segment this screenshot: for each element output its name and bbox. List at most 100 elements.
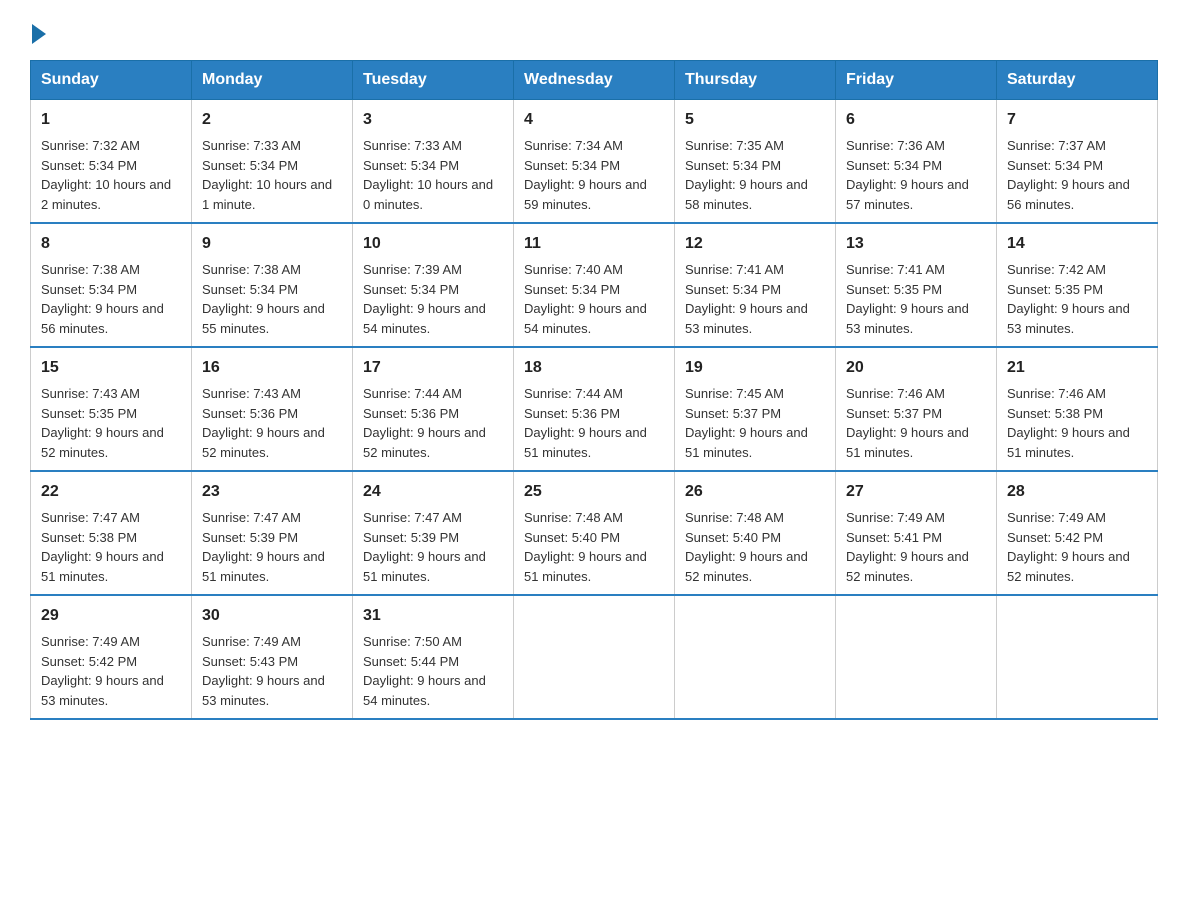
day-number: 10 — [363, 232, 503, 256]
calendar-cell: 5 Sunrise: 7:35 AM Sunset: 5:34 PM Dayli… — [675, 100, 836, 224]
sunrise-info: Sunrise: 7:37 AM — [1007, 138, 1106, 153]
calendar-cell — [836, 595, 997, 719]
sunset-info: Sunset: 5:34 PM — [41, 158, 137, 173]
day-number: 7 — [1007, 108, 1147, 132]
sunset-info: Sunset: 5:42 PM — [1007, 530, 1103, 545]
weekday-header-monday: Monday — [192, 61, 353, 100]
daylight-info: Daylight: 9 hours and 59 minutes. — [524, 177, 647, 212]
sunset-info: Sunset: 5:35 PM — [41, 406, 137, 421]
daylight-info: Daylight: 9 hours and 52 minutes. — [363, 425, 486, 460]
sunset-info: Sunset: 5:36 PM — [524, 406, 620, 421]
daylight-info: Daylight: 9 hours and 51 minutes. — [363, 549, 486, 584]
day-number: 22 — [41, 480, 181, 504]
daylight-info: Daylight: 10 hours and 0 minutes. — [363, 177, 493, 212]
calendar-cell: 15 Sunrise: 7:43 AM Sunset: 5:35 PM Dayl… — [31, 347, 192, 471]
day-number: 31 — [363, 604, 503, 628]
calendar-cell: 12 Sunrise: 7:41 AM Sunset: 5:34 PM Dayl… — [675, 223, 836, 347]
weekday-header-thursday: Thursday — [675, 61, 836, 100]
calendar-week-5: 29 Sunrise: 7:49 AM Sunset: 5:42 PM Dayl… — [31, 595, 1158, 719]
calendar-cell — [997, 595, 1158, 719]
calendar-cell: 21 Sunrise: 7:46 AM Sunset: 5:38 PM Dayl… — [997, 347, 1158, 471]
calendar-cell: 14 Sunrise: 7:42 AM Sunset: 5:35 PM Dayl… — [997, 223, 1158, 347]
sunset-info: Sunset: 5:35 PM — [846, 282, 942, 297]
sunrise-info: Sunrise: 7:49 AM — [202, 634, 301, 649]
daylight-info: Daylight: 9 hours and 56 minutes. — [1007, 177, 1130, 212]
weekday-header-row: SundayMondayTuesdayWednesdayThursdayFrid… — [31, 61, 1158, 100]
sunrise-info: Sunrise: 7:32 AM — [41, 138, 140, 153]
calendar-cell: 8 Sunrise: 7:38 AM Sunset: 5:34 PM Dayli… — [31, 223, 192, 347]
daylight-info: Daylight: 9 hours and 53 minutes. — [846, 301, 969, 336]
sunrise-info: Sunrise: 7:44 AM — [363, 386, 462, 401]
daylight-info: Daylight: 9 hours and 52 minutes. — [685, 549, 808, 584]
calendar-cell: 29 Sunrise: 7:49 AM Sunset: 5:42 PM Dayl… — [31, 595, 192, 719]
page-header — [30, 20, 1158, 40]
daylight-info: Daylight: 9 hours and 53 minutes. — [685, 301, 808, 336]
sunrise-info: Sunrise: 7:40 AM — [524, 262, 623, 277]
sunrise-info: Sunrise: 7:49 AM — [41, 634, 140, 649]
sunrise-info: Sunrise: 7:38 AM — [202, 262, 301, 277]
calendar-table: SundayMondayTuesdayWednesdayThursdayFrid… — [30, 60, 1158, 720]
weekday-header-saturday: Saturday — [997, 61, 1158, 100]
weekday-header-wednesday: Wednesday — [514, 61, 675, 100]
day-number: 3 — [363, 108, 503, 132]
sunset-info: Sunset: 5:34 PM — [685, 282, 781, 297]
sunset-info: Sunset: 5:34 PM — [685, 158, 781, 173]
daylight-info: Daylight: 9 hours and 51 minutes. — [846, 425, 969, 460]
calendar-cell — [514, 595, 675, 719]
sunset-info: Sunset: 5:34 PM — [524, 158, 620, 173]
day-number: 28 — [1007, 480, 1147, 504]
sunrise-info: Sunrise: 7:49 AM — [1007, 510, 1106, 525]
sunrise-info: Sunrise: 7:42 AM — [1007, 262, 1106, 277]
sunrise-info: Sunrise: 7:46 AM — [846, 386, 945, 401]
sunrise-info: Sunrise: 7:38 AM — [41, 262, 140, 277]
calendar-week-2: 8 Sunrise: 7:38 AM Sunset: 5:34 PM Dayli… — [31, 223, 1158, 347]
day-number: 12 — [685, 232, 825, 256]
day-number: 16 — [202, 356, 342, 380]
calendar-cell: 3 Sunrise: 7:33 AM Sunset: 5:34 PM Dayli… — [353, 100, 514, 224]
calendar-cell: 26 Sunrise: 7:48 AM Sunset: 5:40 PM Dayl… — [675, 471, 836, 595]
logo — [30, 20, 46, 40]
day-number: 30 — [202, 604, 342, 628]
sunset-info: Sunset: 5:34 PM — [1007, 158, 1103, 173]
daylight-info: Daylight: 9 hours and 51 minutes. — [41, 549, 164, 584]
calendar-cell: 31 Sunrise: 7:50 AM Sunset: 5:44 PM Dayl… — [353, 595, 514, 719]
sunset-info: Sunset: 5:34 PM — [202, 158, 298, 173]
daylight-info: Daylight: 9 hours and 55 minutes. — [202, 301, 325, 336]
calendar-cell: 30 Sunrise: 7:49 AM Sunset: 5:43 PM Dayl… — [192, 595, 353, 719]
sunrise-info: Sunrise: 7:44 AM — [524, 386, 623, 401]
sunset-info: Sunset: 5:40 PM — [524, 530, 620, 545]
sunset-info: Sunset: 5:36 PM — [202, 406, 298, 421]
sunrise-info: Sunrise: 7:34 AM — [524, 138, 623, 153]
sunset-info: Sunset: 5:34 PM — [41, 282, 137, 297]
sunrise-info: Sunrise: 7:47 AM — [363, 510, 462, 525]
sunset-info: Sunset: 5:36 PM — [363, 406, 459, 421]
sunset-info: Sunset: 5:38 PM — [41, 530, 137, 545]
calendar-cell: 19 Sunrise: 7:45 AM Sunset: 5:37 PM Dayl… — [675, 347, 836, 471]
sunrise-info: Sunrise: 7:48 AM — [524, 510, 623, 525]
sunrise-info: Sunrise: 7:33 AM — [363, 138, 462, 153]
calendar-cell: 16 Sunrise: 7:43 AM Sunset: 5:36 PM Dayl… — [192, 347, 353, 471]
daylight-info: Daylight: 10 hours and 1 minute. — [202, 177, 332, 212]
calendar-cell: 27 Sunrise: 7:49 AM Sunset: 5:41 PM Dayl… — [836, 471, 997, 595]
day-number: 24 — [363, 480, 503, 504]
sunrise-info: Sunrise: 7:47 AM — [41, 510, 140, 525]
sunrise-info: Sunrise: 7:41 AM — [846, 262, 945, 277]
sunset-info: Sunset: 5:35 PM — [1007, 282, 1103, 297]
daylight-info: Daylight: 9 hours and 52 minutes. — [846, 549, 969, 584]
daylight-info: Daylight: 9 hours and 52 minutes. — [1007, 549, 1130, 584]
sunset-info: Sunset: 5:43 PM — [202, 654, 298, 669]
daylight-info: Daylight: 9 hours and 51 minutes. — [524, 549, 647, 584]
sunrise-info: Sunrise: 7:43 AM — [202, 386, 301, 401]
calendar-week-3: 15 Sunrise: 7:43 AM Sunset: 5:35 PM Dayl… — [31, 347, 1158, 471]
sunset-info: Sunset: 5:38 PM — [1007, 406, 1103, 421]
calendar-cell: 1 Sunrise: 7:32 AM Sunset: 5:34 PM Dayli… — [31, 100, 192, 224]
daylight-info: Daylight: 9 hours and 52 minutes. — [202, 425, 325, 460]
daylight-info: Daylight: 9 hours and 51 minutes. — [685, 425, 808, 460]
sunrise-info: Sunrise: 7:46 AM — [1007, 386, 1106, 401]
daylight-info: Daylight: 10 hours and 2 minutes. — [41, 177, 171, 212]
calendar-cell: 23 Sunrise: 7:47 AM Sunset: 5:39 PM Dayl… — [192, 471, 353, 595]
daylight-info: Daylight: 9 hours and 51 minutes. — [202, 549, 325, 584]
day-number: 8 — [41, 232, 181, 256]
daylight-info: Daylight: 9 hours and 57 minutes. — [846, 177, 969, 212]
calendar-cell: 18 Sunrise: 7:44 AM Sunset: 5:36 PM Dayl… — [514, 347, 675, 471]
